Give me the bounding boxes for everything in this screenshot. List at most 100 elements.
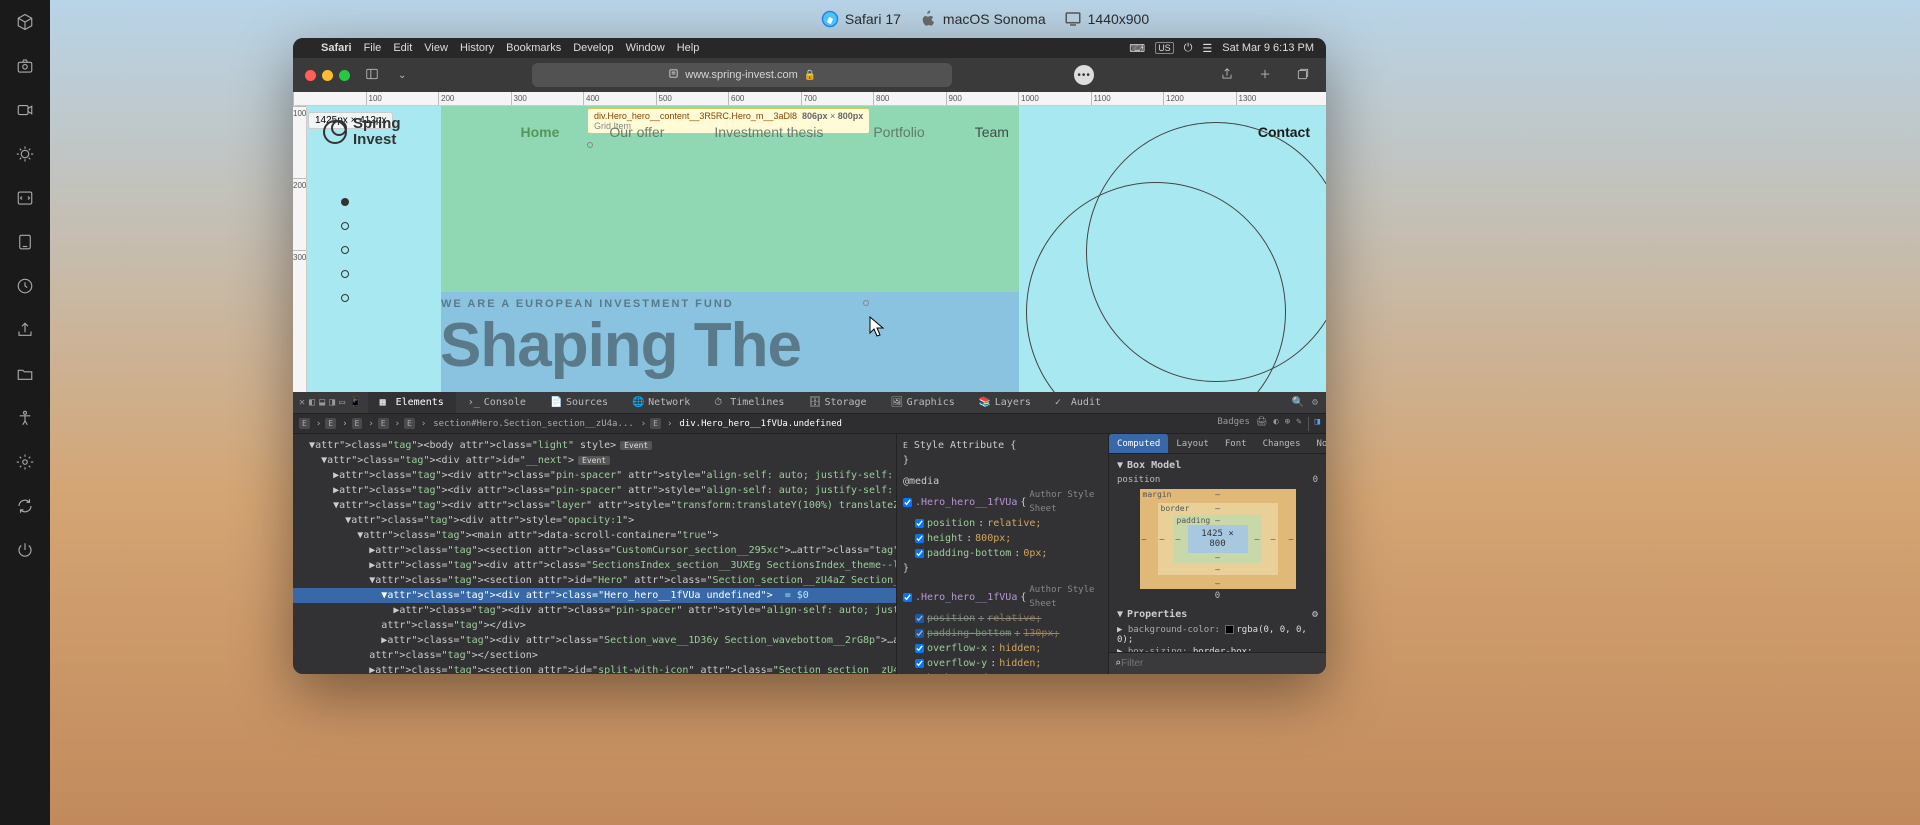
print-icon[interactable]: 🖨 bbox=[1256, 417, 1267, 431]
camera-icon[interactable] bbox=[15, 56, 35, 76]
nav-portfolio[interactable]: Portfolio bbox=[873, 124, 924, 140]
dom-node[interactable]: ▶attr">class="tag"><div attr">class="pin… bbox=[293, 483, 896, 498]
menubar-locale[interactable]: US bbox=[1155, 42, 1174, 54]
props-gear-icon[interactable]: ⚙ bbox=[1312, 609, 1318, 620]
dock-right-icon[interactable]: ◨ bbox=[329, 397, 335, 408]
dom-node[interactable]: ▼attr">class="tag"><main attr">data-scro… bbox=[293, 528, 896, 543]
clock-icon[interactable] bbox=[15, 276, 35, 296]
dom-node[interactable]: ▼attr">class="tag"><div attr">style="opa… bbox=[293, 513, 896, 528]
close-window-button[interactable] bbox=[305, 70, 316, 81]
tab-elements[interactable]: ▦Elements bbox=[368, 392, 456, 413]
dom-node[interactable]: ▶attr">class="tag"><div attr">class="Sec… bbox=[293, 558, 896, 573]
section-dot[interactable] bbox=[341, 294, 349, 302]
dock-bottom-icon[interactable]: ⬓ bbox=[319, 397, 325, 408]
breadcrumb-item[interactable]: E bbox=[650, 418, 661, 429]
dock-left-icon[interactable]: ◧ bbox=[309, 397, 315, 408]
tablet-icon[interactable] bbox=[15, 232, 35, 252]
chevron-down-icon[interactable]: ⌄ bbox=[394, 70, 410, 81]
breadcrumb-item[interactable]: E bbox=[404, 418, 415, 429]
gear-icon[interactable] bbox=[15, 452, 35, 472]
menu-bookmarks[interactable]: Bookmarks bbox=[506, 42, 561, 54]
code-icon[interactable] bbox=[15, 188, 35, 208]
share-icon[interactable] bbox=[15, 320, 35, 340]
tab-storage[interactable]: 🗄Storage bbox=[796, 392, 878, 413]
menu-window[interactable]: Window bbox=[626, 42, 665, 54]
nav-team[interactable]: Team bbox=[975, 124, 1009, 140]
breadcrumb-item[interactable]: div.Hero_hero__1fVUa.undefined bbox=[676, 419, 845, 429]
cp-tab-computed[interactable]: Computed bbox=[1109, 434, 1168, 453]
badges-button[interactable]: Badges bbox=[1217, 417, 1250, 431]
reader-icon[interactable] bbox=[668, 68, 679, 82]
section-dot[interactable] bbox=[341, 270, 349, 278]
tab-network[interactable]: 🌐Network bbox=[620, 392, 702, 413]
new-tab-button[interactable] bbox=[1254, 67, 1276, 84]
menubar-control-center-icon[interactable]: ☰ bbox=[1202, 42, 1212, 55]
breadcrumb-item[interactable]: E bbox=[378, 418, 389, 429]
refresh-icon[interactable] bbox=[15, 496, 35, 516]
dom-node[interactable]: ▼attr">class="tag"><div attr">class="lay… bbox=[293, 498, 896, 513]
dom-tree-panel[interactable]: ▼attr">class="tag"><body attr">class="li… bbox=[293, 434, 896, 674]
device-icon[interactable]: 📱 bbox=[349, 397, 361, 408]
menu-view[interactable]: View bbox=[424, 42, 448, 54]
section-dot[interactable] bbox=[341, 198, 349, 206]
menubar-toggle-icon[interactable]: ⏻ bbox=[1184, 42, 1193, 55]
menu-develop[interactable]: Develop bbox=[573, 42, 613, 54]
tab-timelines[interactable]: ⏱Timelines bbox=[702, 392, 796, 413]
tab-graphics[interactable]: 🖼Graphics bbox=[879, 392, 967, 413]
nav-home[interactable]: Home bbox=[521, 124, 560, 140]
share-button[interactable] bbox=[1216, 67, 1238, 84]
settings-icon[interactable]: ⚙ bbox=[1312, 397, 1318, 408]
dom-node[interactable]: attr">class="tag"></div> bbox=[293, 618, 896, 633]
tab-console[interactable]: ›_Console bbox=[456, 392, 538, 413]
computed-filter-input[interactable] bbox=[1121, 658, 1320, 669]
bug-icon[interactable] bbox=[15, 144, 35, 164]
zoom-window-button[interactable] bbox=[339, 70, 350, 81]
dom-node[interactable]: ▶attr">class="tag"><div attr">class="pin… bbox=[293, 468, 896, 483]
minimize-window-button[interactable] bbox=[322, 70, 333, 81]
cp-tab-node[interactable]: Node bbox=[1309, 434, 1327, 453]
breadcrumb-item[interactable]: E bbox=[352, 418, 363, 429]
section-dot[interactable] bbox=[341, 246, 349, 254]
menubar-datetime[interactable]: Sat Mar 9 6:13 PM bbox=[1222, 42, 1314, 54]
cp-tab-changes[interactable]: Changes bbox=[1255, 434, 1309, 453]
folder-icon[interactable] bbox=[15, 364, 35, 384]
dom-node[interactable]: ▶attr">class="tag"><section attr">id="sp… bbox=[293, 663, 896, 674]
menu-help[interactable]: Help bbox=[677, 42, 700, 54]
address-bar[interactable]: www.spring-invest.com 🔒 bbox=[532, 63, 952, 87]
video-icon[interactable] bbox=[15, 100, 35, 120]
close-devtools-button[interactable]: ✕ bbox=[299, 397, 305, 408]
breadcrumb-item[interactable]: E bbox=[299, 418, 310, 429]
tabs-overview-button[interactable] bbox=[1292, 67, 1314, 84]
cube-icon[interactable] bbox=[15, 12, 35, 32]
dom-node[interactable]: attr">class="tag"></section> bbox=[293, 648, 896, 663]
menu-app-name[interactable]: Safari bbox=[321, 42, 352, 54]
edit-icon[interactable]: ✎ bbox=[1296, 417, 1301, 431]
dock-window-icon[interactable]: ▭ bbox=[339, 397, 345, 408]
sidebar-toggle-button[interactable] bbox=[360, 67, 384, 84]
dom-node[interactable]: ▶attr">class="tag"><div attr">class="Sec… bbox=[293, 633, 896, 648]
extension-button[interactable]: ••• bbox=[1074, 65, 1094, 85]
site-logo[interactable]: Spring Invest bbox=[323, 116, 401, 149]
dom-node[interactable]: ▶attr">class="tag"><div attr">class="pin… bbox=[293, 603, 896, 618]
color-icon[interactable]: ◐ bbox=[1273, 417, 1278, 431]
breadcrumb-item[interactable]: E bbox=[325, 418, 336, 429]
menu-file[interactable]: File bbox=[364, 42, 382, 54]
tab-layers[interactable]: 📚Layers bbox=[967, 392, 1043, 413]
tab-audit[interactable]: ✓Audit bbox=[1043, 392, 1113, 413]
dom-node[interactable]: ▼attr">class="tag"><body attr">class="li… bbox=[293, 438, 896, 453]
menu-edit[interactable]: Edit bbox=[393, 42, 412, 54]
sidebar-toggle-icon[interactable]: ◨ bbox=[1315, 417, 1320, 431]
power-icon[interactable] bbox=[15, 540, 35, 560]
nav-offer[interactable]: Our offer bbox=[609, 124, 664, 140]
cp-tab-layout[interactable]: Layout bbox=[1168, 434, 1217, 453]
breadcrumb-item[interactable]: section#Hero.Section_section__zU4a... bbox=[430, 419, 636, 429]
tab-sources[interactable]: 📄Sources bbox=[538, 392, 620, 413]
search-icon[interactable]: 🔍 bbox=[1292, 397, 1304, 408]
dom-node[interactable]: ▼attr">class="tag"><div attr">class="Her… bbox=[293, 588, 896, 603]
crosshair-icon[interactable]: ⊕ bbox=[1285, 417, 1290, 431]
dom-node[interactable]: ▶attr">class="tag"><section attr">class=… bbox=[293, 543, 896, 558]
nav-thesis[interactable]: Investment thesis bbox=[714, 124, 823, 140]
section-dot[interactable] bbox=[341, 222, 349, 230]
accessibility-icon[interactable] bbox=[15, 408, 35, 428]
cp-tab-font[interactable]: Font bbox=[1217, 434, 1255, 453]
